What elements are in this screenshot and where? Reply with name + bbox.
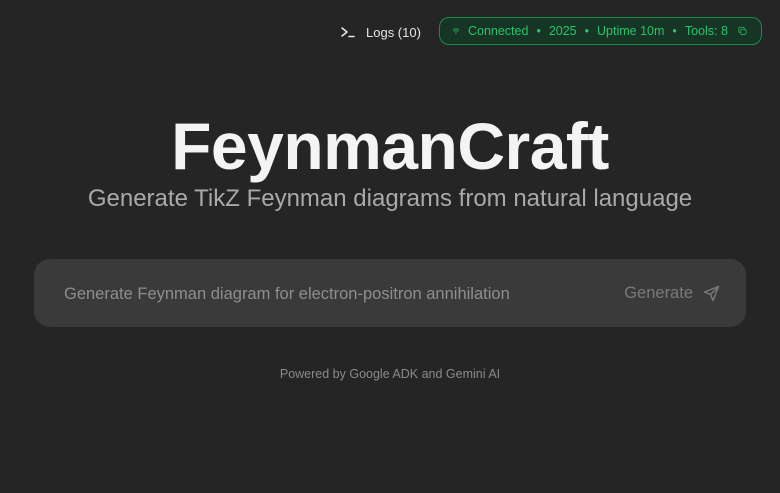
status-uptime: Uptime 10m — [597, 24, 665, 38]
status-connected: Connected — [467, 24, 529, 38]
status-tools: Tools: 8 — [684, 24, 728, 38]
status-separator: • — [672, 24, 677, 38]
wifi-icon — [452, 28, 460, 34]
prompt-input[interactable] — [62, 259, 586, 329]
connection-status-badge: Connected • 2025 • Uptime 10m • Tools: 8 — [439, 17, 762, 45]
powered-by-text: Powered by Google ADK and Gemini AI — [279, 367, 501, 381]
send-icon — [703, 285, 720, 301]
page-subtitle: Generate TikZ Feynman diagrams from natu… — [87, 185, 693, 212]
prompt-container: Generate — [34, 259, 746, 329]
page-title: FeynmanCraft — [171, 109, 609, 183]
generate-label: Generate — [624, 283, 693, 302]
app-root: Logs (10) Connected • 2025 • Uptime 10m … — [0, 0, 780, 493]
copy-icon[interactable] — [738, 23, 747, 39]
status-separator: • — [584, 24, 590, 38]
logs-button[interactable]: Logs (10) — [340, 22, 421, 42]
status-port: 2025 — [548, 24, 577, 38]
status-separator: • — [536, 24, 541, 38]
generate-button[interactable]: Generate — [624, 281, 720, 305]
terminal-icon — [341, 27, 355, 38]
logs-label: Logs (10) — [366, 24, 421, 40]
